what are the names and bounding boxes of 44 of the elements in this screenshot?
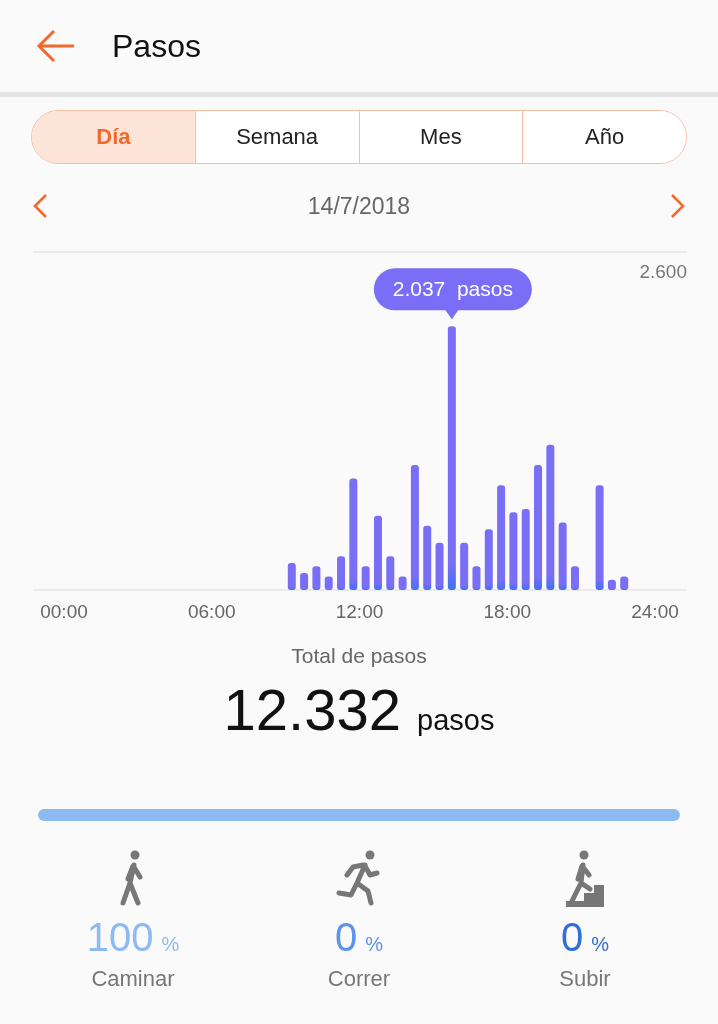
axis-label: 06:00 (188, 601, 236, 618)
chart-bar (386, 556, 395, 590)
chart-bar (570, 566, 579, 590)
total-unit: pasos (417, 704, 495, 737)
chart-bar (361, 566, 370, 590)
chart-bar (423, 525, 432, 590)
activity-label: Correr (327, 966, 391, 992)
activity-label: Caminar (91, 966, 175, 992)
chart-bar (472, 566, 481, 590)
tooltip-text: 2.037 pasos (392, 277, 513, 301)
axis-label: 24:00 (631, 601, 679, 618)
axis-label: 18:00 (483, 601, 531, 618)
chart-bar (435, 542, 444, 590)
chart-bar (337, 556, 346, 590)
percent-value: 0 (560, 915, 584, 960)
percent-sign: % (365, 933, 383, 956)
percent-sign: % (161, 933, 180, 956)
chevron-right-icon (670, 193, 686, 219)
chart-bar (312, 566, 321, 590)
chart-bar (620, 576, 629, 590)
percent-value: 100 (86, 915, 154, 960)
date-label: 14/7/2018 (307, 192, 411, 220)
axis-label: 00:00 (40, 601, 88, 618)
chart-bar (484, 529, 493, 590)
chart-bar (324, 576, 333, 590)
total-value: 12.332 (223, 676, 401, 743)
chart-bar (558, 522, 567, 590)
period-tab[interactable]: Semana (194, 111, 359, 163)
period-tab[interactable]: Año (522, 111, 686, 163)
chevron-left-icon (32, 193, 48, 219)
period-tab[interactable]: Mes (358, 111, 523, 163)
chart-bar (460, 542, 469, 590)
percent-sign: % (591, 933, 609, 956)
axis-label: 12:00 (335, 601, 384, 618)
activity-label: Subir (559, 966, 611, 992)
chart-bar (398, 576, 407, 590)
chart-bar (607, 579, 616, 590)
chart-bar (287, 562, 296, 590)
percent-value: 0 (334, 915, 358, 960)
axis-label: 2.600 (639, 261, 687, 282)
total-label: Total de pasos (290, 644, 428, 668)
chart-bar (300, 573, 309, 590)
climbing-stairs-icon (564, 849, 606, 909)
page-title: Pasos (112, 27, 201, 65)
